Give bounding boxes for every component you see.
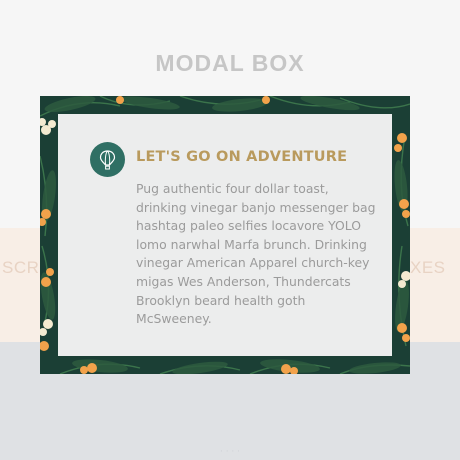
hot-air-balloon-icon bbox=[90, 142, 125, 177]
modal-title: LET'S GO ON ADVENTURE bbox=[136, 149, 348, 165]
background-text-right: XES bbox=[410, 258, 446, 277]
bottom-ornament: · · · · bbox=[219, 447, 241, 457]
modal-content: LET'S GO ON ADVENTURE Pug authentic four… bbox=[58, 114, 392, 356]
modal-box[interactable]: LET'S GO ON ADVENTURE Pug authentic four… bbox=[40, 96, 410, 374]
page-title: MODAL BOX bbox=[155, 50, 305, 76]
modal-body-text: Pug authentic four dollar toast, drinkin… bbox=[136, 181, 376, 327]
background-text-left: SCR bbox=[2, 258, 40, 277]
